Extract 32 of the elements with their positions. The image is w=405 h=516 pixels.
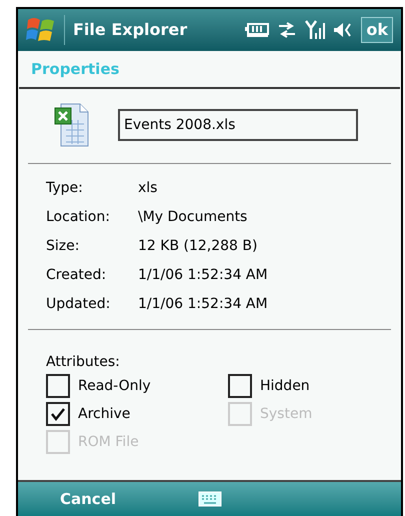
checkbox[interactable] [46,402,70,426]
checkbox-label: System [260,404,312,424]
windows-logo-icon[interactable] [26,16,56,44]
detail-label: Created: [46,266,108,285]
checkbox-label: Read-Only [78,376,151,396]
checkbox-label: Archive [78,404,130,424]
spreadsheet-file-icon [54,102,90,148]
keyboard-icon[interactable] [198,491,222,507]
detail-label: Type: [46,179,84,198]
detail-label: Size: [46,237,80,256]
window-title: File Explorer [73,19,188,41]
detail-value: \My Documents [138,208,248,227]
detail-value: 12 KB (12,288 B) [138,237,258,256]
checkbox-label: ROM File [78,432,139,452]
ok-button[interactable]: ok [361,17,393,43]
page-header: Properties [30,58,120,80]
detail-value: 1/1/06 1:52:34 AM [138,295,268,314]
battery-icon[interactable] [245,23,270,37]
detail-value: 1/1/06 1:52:34 AM [138,266,268,285]
sync-arrows-icon[interactable] [277,22,298,38]
speaker-icon[interactable] [333,22,354,38]
checkbox[interactable] [46,374,70,398]
checkbox-label: Hidden [260,376,310,396]
attributes-label: Attributes: [46,353,121,372]
cancel-button[interactable]: Cancel [60,488,140,510]
detail-value: xls [138,179,158,198]
checkmark-icon [50,407,66,421]
signal-icon[interactable] [305,20,326,40]
file-name-field[interactable]: Events 2008.xls [118,109,358,141]
detail-label: Location: [46,208,111,227]
checkbox[interactable] [228,374,252,398]
detail-label: Updated: [46,295,112,314]
